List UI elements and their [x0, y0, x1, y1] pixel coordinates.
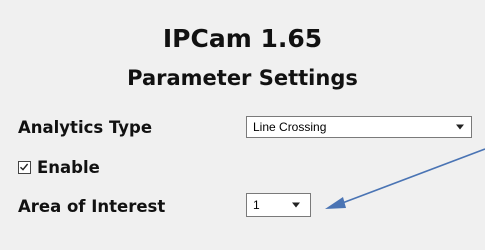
area-of-interest-label: Area of Interest [18, 197, 166, 216]
area-of-interest-dropdown[interactable]: 1 [246, 193, 311, 217]
analytics-type-label: Analytics Type [18, 118, 153, 137]
enable-checkbox[interactable] [18, 160, 31, 174]
section-title: Parameter Settings [127, 66, 358, 90]
checkmark-icon [20, 163, 29, 171]
area-of-interest-value: 1 [253, 198, 260, 212]
chevron-down-icon [456, 124, 464, 130]
parameter-settings-panel: IPCam 1.65 Parameter Settings Analytics … [0, 0, 485, 250]
enable-checkbox-row[interactable]: Enable [18, 156, 100, 178]
analytics-type-value: Line Crossing [253, 120, 327, 134]
chevron-down-icon [292, 202, 300, 208]
enable-label: Enable [37, 157, 100, 177]
analytics-type-dropdown[interactable]: Line Crossing [246, 116, 472, 138]
app-title: IPCam 1.65 [162, 24, 323, 53]
